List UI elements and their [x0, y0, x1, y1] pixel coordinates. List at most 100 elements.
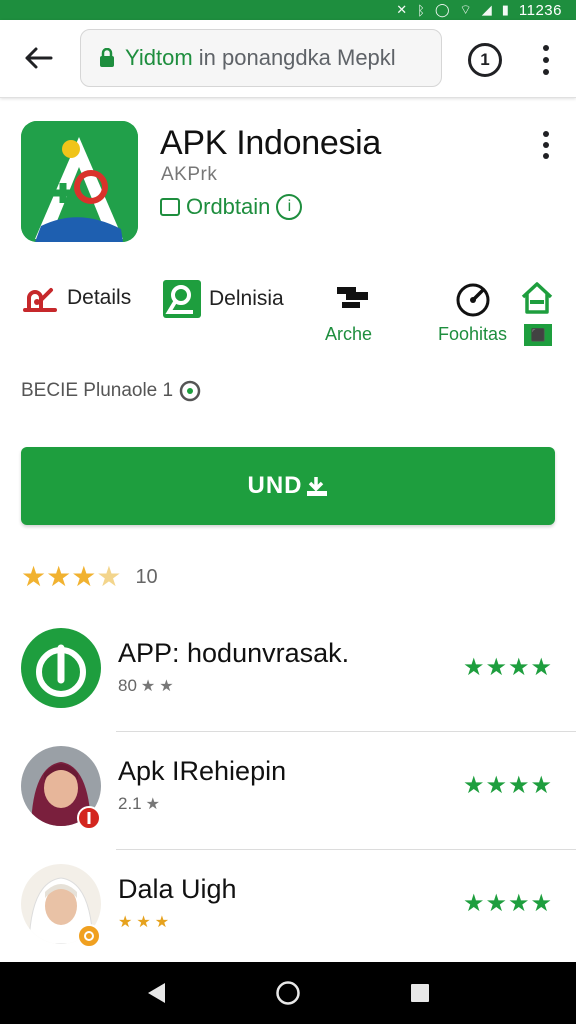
divider: [116, 731, 576, 732]
bluetooth-icon: ᛒ: [417, 2, 425, 18]
editors-choice-badge: Ordbtain i: [160, 194, 303, 220]
star-icon: ★: [21, 561, 47, 592]
star-icon: ★: [118, 914, 133, 931]
badge-icon: [160, 198, 180, 216]
rating-summary: ★ ★ ★ ★ 10: [21, 563, 158, 591]
item-rating: ★ ★ ★ ★: [463, 892, 552, 916]
tab-count: 1: [480, 50, 490, 69]
list-item-title: APP: hodunvrasak.: [118, 638, 350, 668]
search-icon: [163, 280, 201, 318]
divider: [116, 849, 576, 850]
home-action[interactable]: [520, 281, 554, 315]
avatar: [21, 628, 101, 708]
browser-toolbar: Yidtom in ponangdka Mepkl 1: [0, 20, 576, 98]
delnisia-label: Delnisia: [209, 287, 284, 310]
item-rating: ★ ★ ★ ★: [463, 774, 552, 798]
star-half-icon: ★: [96, 561, 122, 592]
download-circle-icon: [21, 628, 101, 708]
list-item[interactable]: Dala Uigh ★ ★ ★ ★ ★ ★ ★: [0, 852, 576, 968]
star-icon: ★: [154, 914, 170, 931]
gauge-label: Foohitas: [438, 324, 508, 344]
avatar: [21, 746, 101, 830]
status-bar: ✕ ᛒ ◯ ⌔ ◢ ▮ 11236: [0, 0, 576, 20]
app-logo-icon: [21, 121, 138, 242]
list-item-title: Dala Uigh: [118, 874, 237, 904]
list-item-title: Apk IRehiepin: [118, 756, 287, 786]
url-text: Yidtom in ponangdka Mepkl: [125, 45, 396, 71]
nav-back-button[interactable]: [138, 975, 174, 1011]
item-rating: ★ ★ ★ ★: [463, 656, 552, 680]
hand-icon: [21, 280, 59, 316]
list-item-sub-text: 80: [118, 676, 137, 695]
list-item-sub-text: 2.1: [118, 794, 142, 813]
star-icon: ★: [530, 890, 552, 917]
gauge-action[interactable]: [455, 282, 491, 318]
star-icon: ★: [145, 796, 160, 813]
nav-recents-button[interactable]: [402, 975, 438, 1011]
wifi-icon: ⌔: [459, 2, 472, 17]
star-icon: ★: [159, 678, 174, 695]
meta-line: BECIE Plunaole 1: [21, 380, 201, 402]
star-icon: ★: [485, 890, 507, 917]
avatar: [21, 864, 101, 948]
menu-dot: [543, 57, 549, 63]
archive-icon: [334, 284, 370, 312]
gauge-icon: [455, 282, 491, 318]
menu-dot: [543, 141, 549, 148]
badge-label: Ordbtain: [186, 194, 271, 219]
list-item[interactable]: Apk IRehiepin 2.1 ★ ★ ★ ★ ★: [0, 734, 576, 850]
list-item[interactable]: APP: hodunvrasak. 80 ★ ★ ★ ★ ★ ★: [0, 616, 576, 732]
app-icon: [21, 121, 138, 242]
tab-switcher-button[interactable]: 1: [468, 43, 502, 77]
star-icon: ★: [507, 772, 530, 799]
nav-home-button[interactable]: [270, 975, 306, 1011]
rating-count: 10: [135, 565, 158, 588]
meta-text: BECIE Plunaole 1: [21, 380, 174, 401]
signal-icon: ◢: [481, 2, 492, 17]
browser-menu-button[interactable]: [534, 42, 558, 78]
list-item-sub: 80 ★ ★: [118, 676, 174, 696]
arrow-left-icon: [25, 47, 53, 69]
triangle-back-icon: [148, 983, 165, 1003]
app-developer[interactable]: AKPrk: [161, 164, 217, 186]
person-avatar-icon: [21, 746, 101, 830]
star-icon: ★: [462, 890, 485, 917]
age-badge-icon: ⬛: [524, 324, 552, 346]
star-icon: ★: [46, 561, 72, 592]
url-field[interactable]: Yidtom in ponangdka Mepkl: [80, 29, 442, 87]
star-icon: ★: [140, 678, 156, 695]
download-icon: [306, 477, 327, 496]
mute-icon: ✕: [396, 2, 408, 17]
app-overflow-menu-button[interactable]: [534, 128, 558, 162]
circle-home-icon: [276, 981, 300, 1005]
details-label: Details: [67, 286, 132, 309]
star-icon: ★: [462, 654, 485, 681]
menu-dot: [543, 153, 549, 160]
install-label: UND: [247, 472, 303, 499]
lock-icon: [100, 48, 114, 67]
archive-label: Arche: [325, 324, 373, 344]
menu-dot: [543, 130, 549, 137]
star-icon: ★: [507, 654, 530, 681]
install-button[interactable]: UND: [21, 447, 555, 525]
list-item-sub: 2.1 ★: [118, 794, 160, 814]
star-icon: ★: [530, 654, 552, 681]
list-item-sub: ★ ★ ★: [118, 912, 169, 932]
home-icon: [520, 281, 554, 315]
star-icon: ★: [485, 772, 507, 799]
status-time: 11236: [518, 1, 562, 19]
alarm-icon: ◯: [434, 2, 450, 17]
star-icon: ★: [71, 561, 97, 592]
archive-action[interactable]: [334, 284, 370, 312]
star-icon: ★: [530, 772, 552, 799]
app-title: APK Indonesia: [160, 124, 382, 162]
info-icon[interactable]: i: [276, 194, 303, 220]
delnisia-action[interactable]: Delnisia: [163, 280, 284, 318]
url-host: Yidtom: [125, 45, 193, 70]
star-icon: ★: [485, 654, 507, 681]
battery-icon: ▮: [501, 2, 509, 17]
url-path: in ponangdka Mepkl: [192, 45, 396, 70]
back-button[interactable]: [18, 40, 58, 76]
details-action[interactable]: Details: [21, 280, 131, 316]
star-icon: ★: [136, 914, 151, 931]
